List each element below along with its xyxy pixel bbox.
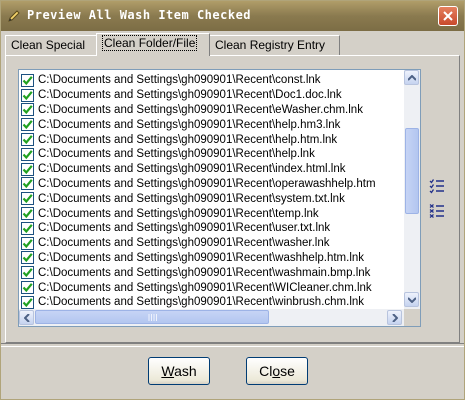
wash-accelerator: W <box>161 363 175 379</box>
title-bar[interactable]: Preview All Wash Item Checked <box>1 1 464 31</box>
list-item[interactable]: C:\Documents and Settings\gh090901\Recen… <box>21 73 406 88</box>
close-icon <box>443 11 453 21</box>
list-rows: C:\Documents and Settings\gh090901\Recen… <box>21 73 406 309</box>
scroll-right-button[interactable] <box>387 310 402 325</box>
bottom-divider <box>1 343 464 347</box>
list-item-path: C:\Documents and Settings\gh090901\Recen… <box>38 192 345 205</box>
list-item[interactable]: C:\Documents and Settings\gh090901\Recen… <box>21 103 406 118</box>
list-item[interactable]: C:\Documents and Settings\gh090901\Recen… <box>21 88 406 103</box>
list-item-path: C:\Documents and Settings\gh090901\Recen… <box>38 266 371 279</box>
list-item[interactable]: C:\Documents and Settings\gh090901\Recen… <box>21 132 406 147</box>
close-accelerator: o <box>272 363 281 379</box>
list-item-path: C:\Documents and Settings\gh090901\Recen… <box>38 133 338 146</box>
tab-label: Clean Folder/File <box>102 35 198 51</box>
chevron-right-icon <box>392 314 398 322</box>
checkbox-checked-icon[interactable] <box>21 207 34 221</box>
tab-clean-folder-file[interactable]: Clean Folder/File <box>96 33 210 56</box>
scroll-down-button[interactable] <box>404 292 419 307</box>
grip-icon <box>148 314 157 321</box>
list-item[interactable]: C:\Documents and Settings\gh090901\Recen… <box>21 177 406 192</box>
list-item[interactable]: C:\Documents and Settings\gh090901\Recen… <box>21 221 406 236</box>
list-item-path: C:\Documents and Settings\gh090901\Recen… <box>38 296 365 309</box>
chevron-down-icon <box>408 297 416 303</box>
checkbox-checked-icon[interactable] <box>21 118 34 132</box>
scroll-corner <box>404 309 420 326</box>
list-item-path: C:\Documents and Settings\gh090901\Recen… <box>38 251 365 264</box>
list-item[interactable]: C:\Documents and Settings\gh090901\Recen… <box>21 265 406 280</box>
tab-label: Clean Special <box>11 38 86 52</box>
checkbox-checked-icon[interactable] <box>21 266 34 280</box>
horizontal-scrollbar[interactable] <box>19 309 420 326</box>
list-item[interactable]: C:\Documents and Settings\gh090901\Recen… <box>21 162 406 177</box>
list-item-path: C:\Documents and Settings\gh090901\Recen… <box>38 207 319 220</box>
horizontal-scroll-thumb[interactable] <box>35 310 269 324</box>
checkbox-checked-icon[interactable] <box>21 251 34 265</box>
checkbox-checked-icon[interactable] <box>21 221 34 235</box>
checkbox-checked-icon[interactable] <box>21 295 34 309</box>
list-item-path: C:\Documents and Settings\gh090901\Recen… <box>38 103 363 116</box>
chevron-up-icon <box>408 75 416 81</box>
checkbox-checked-icon[interactable] <box>21 192 34 206</box>
uncheck-all-icon[interactable] <box>429 203 445 219</box>
checkbox-checked-icon[interactable] <box>21 133 34 147</box>
dialog-window: Preview All Wash Item Checked Clean Spec… <box>0 0 465 400</box>
close-window-button[interactable] <box>438 6 458 26</box>
checkbox-checked-icon[interactable] <box>21 73 34 87</box>
wash-item-list[interactable]: C:\Documents and Settings\gh090901\Recen… <box>18 69 421 327</box>
checkbox-checked-icon[interactable] <box>21 177 34 191</box>
pencil-icon <box>8 10 20 22</box>
scroll-up-button[interactable] <box>404 70 419 85</box>
list-item[interactable]: C:\Documents and Settings\gh090901\Recen… <box>21 147 406 162</box>
window-title: Preview All Wash Item Checked <box>27 8 252 22</box>
wash-button[interactable]: Wash <box>148 357 210 385</box>
vertical-scrollbar[interactable] <box>404 70 420 309</box>
list-item-path: C:\Documents and Settings\gh090901\Recen… <box>38 74 321 87</box>
list-item-path: C:\Documents and Settings\gh090901\Recen… <box>38 237 330 250</box>
checkbox-checked-icon[interactable] <box>21 103 34 117</box>
vertical-scroll-thumb[interactable] <box>405 128 419 214</box>
list-item-path: C:\Documents and Settings\gh090901\Recen… <box>38 163 346 176</box>
tab-label: Clean Registry Entry <box>215 38 326 52</box>
close-button[interactable]: Close <box>246 357 308 385</box>
checkbox-checked-icon[interactable] <box>21 147 34 161</box>
list-item-path: C:\Documents and Settings\gh090901\Recen… <box>38 89 342 102</box>
list-item-path: C:\Documents and Settings\gh090901\Recen… <box>38 118 341 131</box>
checkbox-checked-icon[interactable] <box>21 88 34 102</box>
scroll-left-button[interactable] <box>19 310 34 325</box>
tab-clean-special[interactable]: Clean Special <box>5 35 97 55</box>
checkbox-checked-icon[interactable] <box>21 281 34 295</box>
list-item-path: C:\Documents and Settings\gh090901\Recen… <box>38 177 376 190</box>
list-item[interactable]: C:\Documents and Settings\gh090901\Recen… <box>21 280 406 295</box>
tab-clean-registry-entry[interactable]: Clean Registry Entry <box>209 35 340 55</box>
list-item-path: C:\Documents and Settings\gh090901\Recen… <box>38 222 331 235</box>
list-item[interactable]: C:\Documents and Settings\gh090901\Recen… <box>21 251 406 266</box>
chevron-left-icon <box>24 314 30 322</box>
list-item-path: C:\Documents and Settings\gh090901\Recen… <box>38 281 372 294</box>
list-item-path: C:\Documents and Settings\gh090901\Recen… <box>38 148 315 161</box>
check-all-icon[interactable] <box>429 178 445 194</box>
list-item[interactable]: C:\Documents and Settings\gh090901\Recen… <box>21 206 406 221</box>
list-item[interactable]: C:\Documents and Settings\gh090901\Recen… <box>21 117 406 132</box>
checkbox-checked-icon[interactable] <box>21 162 34 176</box>
list-item[interactable]: C:\Documents and Settings\gh090901\Recen… <box>21 236 406 251</box>
checkbox-checked-icon[interactable] <box>21 236 34 250</box>
list-item[interactable]: C:\Documents and Settings\gh090901\Recen… <box>21 191 406 206</box>
list-item[interactable]: C:\Documents and Settings\gh090901\Recen… <box>21 295 406 309</box>
